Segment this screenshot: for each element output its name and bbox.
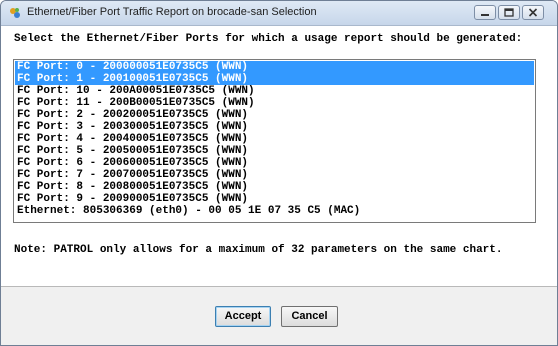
list-item[interactable]: Ethernet: 805306369 (eth0) - 00 05 1E 07… (15, 205, 534, 217)
list-item[interactable]: FC Port: 11 - 200B00051E0735C5 (WWN) (15, 97, 534, 109)
list-item[interactable]: FC Port: 4 - 200400051E0735C5 (WWN) (15, 133, 534, 145)
list-item[interactable]: FC Port: 1 - 200100051E0735C5 (WWN) (15, 73, 534, 85)
list-item[interactable]: FC Port: 0 - 200000051E0735C5 (WWN) (15, 61, 534, 73)
dialog-content: Select the Ethernet/Fiber Ports for whic… (1, 26, 557, 345)
accept-button[interactable]: Accept (215, 306, 271, 327)
list-item[interactable]: FC Port: 2 - 200200051E0735C5 (WWN) (15, 109, 534, 121)
list-item[interactable]: FC Port: 5 - 200500051E0735C5 (WWN) (15, 145, 534, 157)
close-icon (528, 8, 538, 17)
list-item[interactable]: FC Port: 6 - 200600051E0735C5 (WWN) (15, 157, 534, 169)
list-item[interactable]: FC Port: 9 - 200900051E0735C5 (WWN) (15, 193, 534, 205)
maximize-button[interactable] (498, 5, 520, 20)
list-item[interactable]: FC Port: 3 - 200300051E0735C5 (WWN) (15, 121, 534, 133)
minimize-button[interactable] (474, 5, 496, 20)
cancel-button[interactable]: Cancel (281, 306, 338, 327)
port-listbox[interactable]: FC Port: 0 - 200000051E0735C5 (WWN) FC P… (13, 59, 536, 223)
button-bar: Accept Cancel (1, 287, 557, 345)
list-item[interactable]: FC Port: 7 - 200700051E0735C5 (WWN) (15, 169, 534, 181)
instruction-text: Select the Ethernet/Fiber Ports for whic… (14, 33, 523, 45)
maximize-icon (504, 8, 514, 17)
close-button[interactable] (522, 5, 544, 20)
minimize-icon (481, 14, 489, 16)
title-bar[interactable]: Ethernet/Fiber Port Traffic Report on br… (1, 1, 557, 26)
list-item[interactable]: FC Port: 10 - 200A00051E0735C5 (WWN) (15, 85, 534, 97)
note-text: Note: PATROL only allows for a maximum o… (14, 244, 503, 256)
list-item[interactable]: FC Port: 8 - 200800051E0735C5 (WWN) (15, 181, 534, 193)
app-icon (10, 8, 20, 18)
dialog-window: Ethernet/Fiber Port Traffic Report on br… (0, 0, 558, 346)
window-title: Ethernet/Fiber Port Traffic Report on br… (27, 6, 317, 18)
